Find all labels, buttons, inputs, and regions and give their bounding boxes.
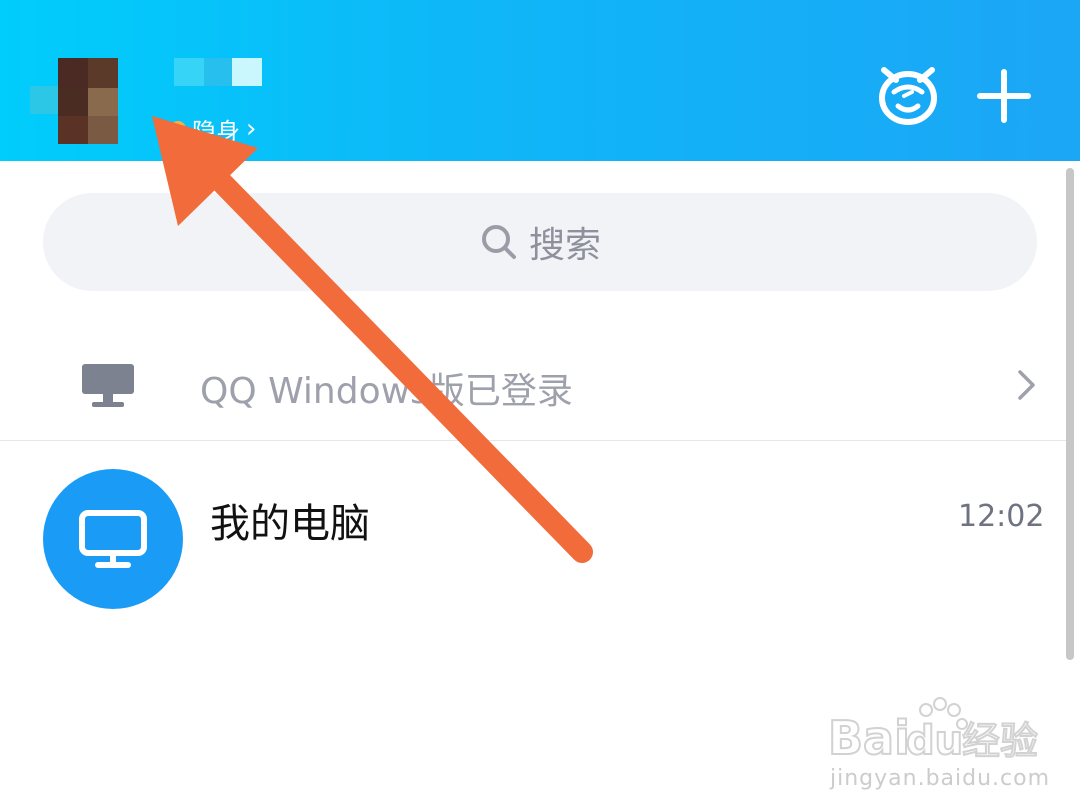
status-dot <box>170 121 186 137</box>
qq-message-screen: 隐身 › 搜索 QQ Windows版已登录 我的电脑 12:02 Bai du… <box>0 0 1080 810</box>
monitor-icon <box>79 510 147 568</box>
conversation-time: 12:02 <box>958 499 1045 534</box>
nickname-pixel <box>174 58 204 86</box>
user-avatar[interactable] <box>30 58 118 144</box>
watermark-url: jingyan.baidu.com <box>830 766 1051 791</box>
conversation-item[interactable]: 我的电脑 12:02 <box>0 441 1066 631</box>
online-status[interactable]: 隐身 › <box>170 114 257 146</box>
avatar-pixel <box>58 88 88 116</box>
chevron-right-icon <box>1018 370 1035 400</box>
svg-text:Bai: Bai <box>828 711 910 765</box>
plus-icon[interactable] <box>976 68 1032 124</box>
desktop-icon <box>82 364 134 407</box>
nickname-pixel <box>204 58 232 86</box>
search-placeholder: 搜索 <box>528 225 601 266</box>
avatar-pixel <box>88 116 118 144</box>
status-label: 隐身 <box>192 117 240 146</box>
svg-text:经验: 经验 <box>962 719 1038 763</box>
search-icon <box>481 225 516 259</box>
avatar-pixel <box>58 116 88 144</box>
my-computer-avatar <box>43 469 183 609</box>
svg-text:du: du <box>906 718 963 764</box>
scrollbar[interactable] <box>1066 168 1074 660</box>
avatar-pixel <box>30 86 58 114</box>
avatar-pixel <box>88 88 118 116</box>
baidu-watermark: Bai du 经验 jingyan.baidu.com <box>820 690 1060 800</box>
avatar-pixel <box>58 58 88 88</box>
nickname-pixel <box>232 58 262 86</box>
device-login-text: QQ Windows版已登录 <box>200 371 573 412</box>
device-login-banner[interactable]: QQ Windows版已登录 <box>0 338 1066 441</box>
avatar-pixel <box>88 58 118 88</box>
conversation-title: 我的电脑 <box>210 501 370 547</box>
qq-mascot-icon[interactable] <box>874 62 942 126</box>
app-header: 隐身 › <box>0 0 1080 161</box>
baidu-logo: Bai du 经验 <box>828 697 1039 766</box>
status-chevron-icon: › <box>246 114 257 144</box>
search-bar[interactable]: 搜索 <box>43 193 1037 291</box>
nickname-pixelated <box>174 58 264 86</box>
